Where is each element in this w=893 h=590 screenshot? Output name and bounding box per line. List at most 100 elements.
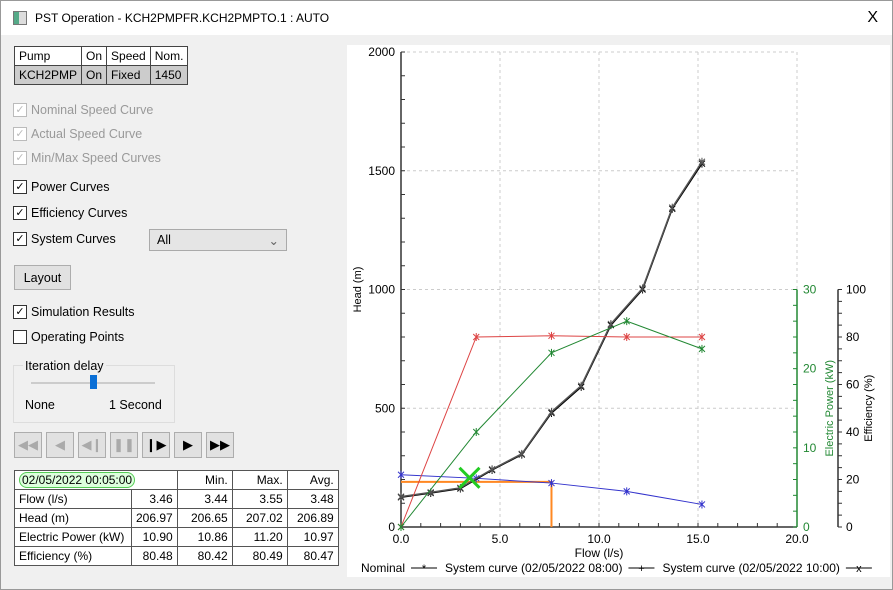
power-curves-checkbox[interactable]: ✓ Power Curves [13,180,110,194]
cell-min: 80.42 [176,546,233,566]
check-icon: ✓ [13,103,27,117]
checkbox-label: Nominal Speed Curve [31,103,154,117]
pump-on-status[interactable]: On [81,65,108,85]
x-tick-label: 5.0 [492,532,509,546]
pump-chart: 0.0 5.0 10.0 15.0 20.0 0 500 1000 1500 2000 0 10 20 3… [347,45,890,577]
rewind-icon: ◀◀ [18,437,38,452]
y-axis-label: Head (m) [352,267,364,313]
fast-forward-button[interactable]: ▶▶ [206,432,234,458]
system-curves-checkbox[interactable]: ✓ System Curves [13,232,116,246]
legend-label: System curve (02/05/2022 10:00) [662,561,839,575]
layout-button[interactable]: Layout [14,265,71,290]
x-tick-label: 15.0 [686,532,710,546]
stats-table: 02/05/2022 00:05:00 Min. Max. Avg. Flow (l/… [14,470,339,566]
series-marker [668,203,676,212]
x-axis-label: Flow (l/s) [575,546,624,560]
efficiency-curves-checkbox[interactable]: ✓ Efficiency Curves [13,206,127,220]
legend-label: System curve (02/05/2022 08:00) [445,561,622,575]
checkbox-empty [13,330,27,344]
chart-svg: 0.0 5.0 10.0 15.0 20.00500100015002000010203… [352,45,875,575]
app-icon [13,11,27,25]
check-icon: ✓ [13,206,27,220]
legend-label: Nominal [361,561,405,575]
pause-icon: ❚❚ [113,437,135,452]
table-row: Head (m) 206.97 206.65 207.02 206.89 [14,508,339,528]
window-title: PST Operation - KCH2PMPFR.KCH2PMPTO.1 : … [35,11,330,25]
iteration-delay-label: Iteration delay [23,359,106,373]
power-tick-label: 10 [803,441,817,455]
pump-speed[interactable]: Fixed [106,65,151,85]
header-max: Max. [231,470,288,490]
title-bar: PST Operation - KCH2PMPFR.KCH2PMPTO.1 : … [1,1,892,35]
header-on: On [81,46,108,66]
operating-points-checkbox[interactable]: Operating Points [13,330,124,344]
series-line-1 [400,163,703,499]
cell-value: 3.46 [131,489,178,509]
check-icon: ✓ [13,305,27,319]
row-label: Flow (l/s) [14,489,132,509]
x-tick-label: 0.0 [393,532,410,546]
pump-table: Pump On Speed Nom. KCH2PMP On Fixed 1450 [13,46,189,85]
fast-forward-icon: ▶▶ [210,437,230,452]
series-marker [623,317,631,326]
cell-min: 206.65 [176,508,233,528]
y-tick-label: 1000 [368,283,395,297]
series-marker [548,348,555,357]
series-line-2 [400,161,703,498]
power-tick-label: 30 [803,283,817,297]
row-label: Electric Power (kW) [14,527,132,547]
chevron-down-icon: ⌄ [268,233,279,248]
iteration-delay-group [13,365,175,423]
y-tick-label: 0 [388,520,395,534]
cell-max: 11.20 [231,527,288,547]
table-row: Flow (l/s) 3.46 3.44 3.55 3.48 [14,489,339,509]
cell-avg: 3.48 [286,489,339,509]
series-marker [472,428,480,436]
table-row: Electric Power (kW) 10.90 10.86 11.20 10.97 [14,527,339,547]
iteration-delay-slider-thumb[interactable] [90,375,97,389]
checkbox-label: Simulation Results [31,305,135,319]
row-label: Head (m) [14,508,132,528]
close-icon[interactable]: X [867,9,878,27]
cell-min: 3.44 [176,489,233,509]
series-marker [639,284,646,293]
cell-avg: 206.89 [286,508,339,528]
pump-nominal[interactable]: 1450 [149,65,189,85]
step-forward-icon: ❙▶ [145,437,167,452]
timestamp[interactable]: 02/05/2022 00:05:00 [19,472,136,488]
y-tick-label: 500 [375,401,395,415]
row-label: Efficiency (%) [14,546,132,566]
step-forward-button[interactable]: ❙▶ [142,432,170,458]
efficiency-tick-label: 40 [846,425,860,439]
y-tick-label: 1500 [368,164,395,178]
pause-button[interactable]: ❚❚ [110,432,138,458]
efficiency-tick-label: 60 [846,378,860,392]
efficiency-tick-label: 100 [846,283,866,297]
step-back-button[interactable]: ◀ [46,432,74,458]
play-icon: ▶ [183,437,193,452]
series-marker [577,381,585,390]
step-back-frame-icon: ◀❙ [81,437,103,452]
header-speed: Speed [106,46,151,66]
x-tick-label: 10.0 [587,532,611,546]
step-back-frame-button[interactable]: ◀❙ [78,432,106,458]
checkbox-label: Efficiency Curves [31,206,128,220]
checkbox-label: Min/Max Speed Curves [31,151,161,165]
minmax-speed-curves-checkbox[interactable]: ✓ Min/Max Speed Curves [13,151,161,165]
step-back-icon: ◀ [55,437,65,452]
nominal-speed-curve-checkbox[interactable]: ✓ Nominal Speed Curve [13,103,153,117]
simulation-results-checkbox[interactable]: ✓ Simulation Results [13,305,135,319]
pump-name[interactable]: KCH2PMP [13,65,83,85]
efficiency-axis-label: Efficiency (%) [863,375,875,442]
power-tick-label: 20 [803,362,817,376]
rewind-button[interactable]: ◀◀ [14,432,42,458]
checkbox-label: Operating Points [31,330,125,344]
header-pump: Pump [13,46,83,66]
efficiency-tick-label: 20 [846,473,860,487]
system-curves-select[interactable]: All ⌄ [149,229,287,251]
x-tick-label: 20.0 [785,532,809,546]
efficiency-tick-label: 0 [846,520,853,534]
timestamp-cell[interactable]: 02/05/2022 00:05:00 [14,470,178,490]
play-button[interactable]: ▶ [174,432,202,458]
actual-speed-curve-checkbox[interactable]: ✓ Actual Speed Curve [13,127,142,141]
